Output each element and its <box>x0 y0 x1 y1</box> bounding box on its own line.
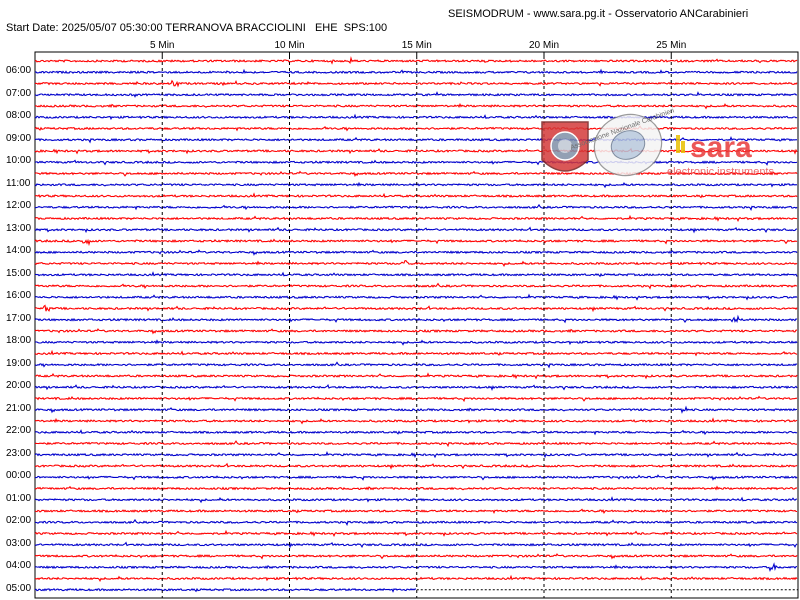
trace-line <box>34 113 798 121</box>
y-tick-label: 18:00 <box>6 335 32 347</box>
trace-line <box>34 518 798 526</box>
y-tick-label: 14:00 <box>6 245 32 257</box>
seismodrum-page: SEISMODRUM - www.sara.pg.it - Osservator… <box>0 0 800 600</box>
trace-line <box>34 474 798 481</box>
trace-line <box>34 429 798 436</box>
trace-line <box>34 238 798 247</box>
x-tick-label: 5 Min <box>150 40 175 51</box>
y-tick-label: 12:00 <box>6 200 32 212</box>
y-tick-label: 11:00 <box>6 177 31 189</box>
sara-tagline: electronic instruments <box>667 166 774 178</box>
x-tick-label: 15 Min <box>401 40 432 51</box>
trace-line <box>35 372 798 380</box>
trace-line <box>34 304 798 313</box>
trace-line <box>34 102 798 110</box>
trace-line <box>34 587 417 593</box>
y-tick-label: 00:00 <box>6 470 32 482</box>
trace-line <box>34 562 798 573</box>
trace-line <box>34 541 798 549</box>
y-tick-label: 20:00 <box>6 380 32 392</box>
y-tick-label: 09:00 <box>6 132 32 144</box>
trace-line <box>34 181 798 189</box>
y-tick-label: 13:00 <box>6 222 32 234</box>
trace-line <box>34 79 798 88</box>
x-tick-label: 10 Min <box>274 40 305 51</box>
y-tick-label: 16:00 <box>6 290 32 302</box>
trace-line <box>34 361 798 369</box>
y-tick-label: 15:00 <box>6 267 32 279</box>
y-tick-label: 23:00 <box>6 447 32 459</box>
trace-line <box>34 271 798 278</box>
y-tick-label: 01:00 <box>6 492 32 504</box>
y-tick-label: 06:00 <box>6 65 32 77</box>
trace-line <box>34 450 798 459</box>
y-tick-label: 03:00 <box>6 537 32 549</box>
trace-line <box>34 192 798 199</box>
y-tick-label: 04:00 <box>6 560 32 572</box>
trace-line <box>34 417 798 425</box>
trace-line <box>34 282 798 290</box>
y-tick-label: 10:00 <box>6 155 32 167</box>
trace-line <box>34 508 797 515</box>
trace-line <box>34 214 798 222</box>
trace-line <box>34 339 798 346</box>
plot-background <box>34 51 799 599</box>
trace-lines <box>34 56 798 593</box>
trace-line <box>34 405 798 414</box>
y-tick-label: 02:00 <box>6 515 32 527</box>
trace-line <box>34 328 798 335</box>
trace-line <box>34 91 798 98</box>
trace-line <box>34 249 798 256</box>
y-tick-label: 19:00 <box>6 357 32 369</box>
trace-line <box>34 159 798 166</box>
trace-line <box>34 203 798 211</box>
trace-line <box>34 226 798 234</box>
trace-line <box>34 553 798 560</box>
x-tick-label: 25 Min <box>656 40 687 51</box>
trace-line <box>34 462 798 470</box>
trace-line <box>34 349 798 357</box>
y-tick-label: 17:00 <box>6 312 32 324</box>
trace-line <box>34 56 798 65</box>
trace-line <box>34 529 798 537</box>
seismogram-plot: Associazione Nazionale Carabinieri sara … <box>34 51 799 599</box>
x-tick-label: 20 Min <box>528 40 560 51</box>
trace-line <box>34 383 798 392</box>
trace-line <box>34 574 798 583</box>
y-tick-label: 21:00 <box>6 402 32 414</box>
trace-line <box>34 125 798 132</box>
y-tick-label: 22:00 <box>6 425 32 437</box>
y-tick-label: 05:00 <box>6 582 32 594</box>
trace-line <box>34 395 798 403</box>
trace-line <box>34 68 798 75</box>
trace-line <box>34 440 797 448</box>
y-tick-label: 07:00 <box>6 87 32 99</box>
trace-line <box>34 485 798 491</box>
trace-line <box>34 293 798 301</box>
y-tick-label: 08:00 <box>6 110 32 122</box>
trace-line <box>34 496 798 504</box>
plot-frame <box>34 51 799 599</box>
trace-line <box>34 260 798 268</box>
sara-brand-text: sara <box>690 131 752 164</box>
grid-lines <box>161 52 672 598</box>
trace-line <box>34 314 798 324</box>
